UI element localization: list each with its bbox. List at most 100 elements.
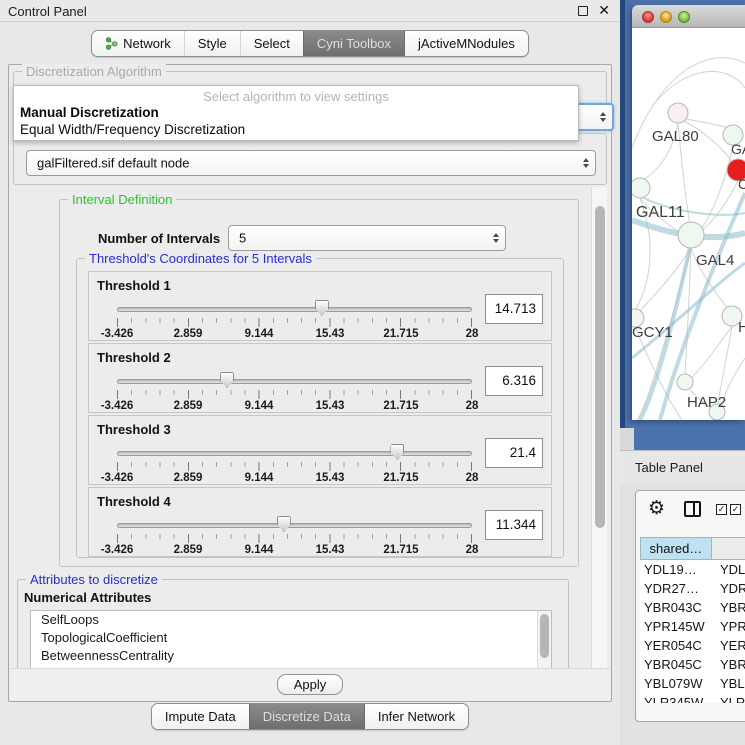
threshold-4-value-field[interactable]: 11.344: [485, 510, 543, 540]
minimize-traffic-light[interactable]: [660, 11, 672, 23]
table-panel-inner: ⚙ ✓ ✓ shared… n YDL19…YDL1YDR27…YDR2YBR0…: [635, 490, 745, 722]
slider-tick-labels: -3.4262.8599.14415.4321.71528: [117, 472, 472, 486]
node-label: GAL80: [652, 128, 699, 145]
table-data-value: galFiltered.sif default node: [37, 156, 189, 171]
cell-shared-name: YBL079W: [640, 674, 712, 693]
settings-vertical-scrollbar[interactable]: [591, 187, 607, 671]
table-rows: YDL19…YDL1YDR27…YDR2YBR043CYBR0YPR145WYP…: [640, 560, 745, 703]
threshold-1-value-field[interactable]: 14.713: [485, 294, 543, 324]
table-row[interactable]: YBR043CYBR0: [640, 598, 745, 617]
tab-style-label: Style: [198, 36, 227, 51]
algorithm-dropdown-popup: Select algorithm to view settings Manual…: [13, 85, 579, 141]
tab-network[interactable]: Network: [92, 31, 184, 56]
threshold-1-slider: -3.4262.8599.14415.4321.71528: [117, 300, 472, 340]
gear-icon[interactable]: ⚙: [648, 498, 665, 520]
discretization-algorithm-label: Discretization Algorithm: [22, 64, 166, 79]
number-of-intervals-combobox[interactable]: 5: [228, 225, 506, 251]
node-label: HAP2: [687, 394, 726, 411]
slider-track[interactable]: [117, 451, 472, 456]
split-pane-divider[interactable]: [620, 428, 634, 450]
table-row[interactable]: YER054CYER0: [640, 636, 745, 655]
threshold-3-slider: -3.4262.8599.14415.4321.71528: [117, 444, 472, 484]
column-header-shared[interactable]: shared…: [641, 538, 712, 559]
node-label: GAL11: [636, 204, 685, 221]
attributes-group-label: Attributes to discretize: [26, 572, 162, 587]
threshold-3-value-field[interactable]: 21.4: [485, 438, 543, 468]
slider-track[interactable]: [117, 379, 472, 384]
zoom-traffic-light[interactable]: [678, 11, 690, 23]
cell-shared-name: YDR27…: [640, 579, 712, 598]
network-canvas[interactable]: GAL80 GA C GAL11 GAL4 GCY1 H HAP2: [632, 28, 745, 420]
numerical-attributes-list: SelfLoopsTopologicalCoefficientBetweenne…: [30, 610, 552, 671]
slider-thumb[interactable]: [277, 516, 291, 532]
slider-thumb[interactable]: [220, 372, 234, 388]
close-traffic-light[interactable]: [642, 11, 654, 23]
number-of-intervals-label: Number of Intervals: [98, 231, 220, 246]
table-row[interactable]: YBR045CYBR0: [640, 655, 745, 674]
tick-label: 21.715: [383, 544, 418, 556]
algorithm-item-manual[interactable]: Manual Discretization: [14, 104, 578, 121]
attributes-scrollbar[interactable]: [537, 611, 551, 671]
tick-label: -3.426: [101, 544, 134, 556]
network-window-titlebar[interactable]: [632, 5, 745, 28]
threshold-2-value-field[interactable]: 6.316: [485, 366, 543, 396]
top-tab-group: Network Style Select Cyni Toolbox jActiv…: [91, 30, 529, 57]
tick-label: 15.43: [316, 328, 345, 340]
control-panel: Control Panel ✕ Network Style Select: [0, 0, 620, 745]
node-label: C: [738, 176, 745, 192]
threshold-2-slider: -3.4262.8599.14415.4321.71528: [117, 372, 472, 412]
node-gal4[interactable]: [678, 222, 704, 248]
threshold-4-slider: -3.4262.8599.14415.4321.71528: [117, 516, 472, 556]
tab-cyni-toolbox[interactable]: Cyni Toolbox: [303, 31, 404, 56]
thresholds-group: Threshold's Coordinates for 5 Intervals …: [76, 258, 564, 558]
table-row[interactable]: YLR345WYLR3: [640, 693, 745, 703]
node-label: GCY1: [632, 324, 673, 341]
apply-button[interactable]: Apply: [277, 674, 343, 695]
column-header-name[interactable]: n: [712, 538, 745, 559]
table-panel-body: ⚙ ✓ ✓ shared… n YDL19…YDL1YDR27…YDR2YBR0…: [620, 483, 745, 745]
node-gal11[interactable]: [632, 178, 650, 198]
tab-infer-network[interactable]: Infer Network: [364, 704, 468, 729]
tab-style[interactable]: Style: [184, 31, 240, 56]
table-row[interactable]: YPR145WYPR1: [640, 617, 745, 636]
node-table: shared… n YDL19…YDL1YDR27…YDR2YBR043CYBR…: [640, 537, 745, 703]
right-region: GAL80 GA C GAL11 GAL4 GCY1 H HAP2 Table …: [620, 0, 745, 745]
tab-impute-data[interactable]: Impute Data: [152, 704, 249, 729]
slider-thumb[interactable]: [390, 444, 404, 460]
threshold-1-label: Threshold 1: [97, 278, 171, 293]
tick-label: 9.144: [245, 400, 274, 412]
checkbox-icon[interactable]: ✓: [730, 504, 741, 515]
attribute-list-item[interactable]: TopologicalCoefficient: [31, 629, 551, 647]
attribute-list-item[interactable]: SelfLoops: [31, 611, 551, 629]
tick-label: 2.859: [174, 544, 203, 556]
cell-shared-name: YBR045C: [640, 655, 712, 674]
slider-tick-labels: -3.4262.8599.14415.4321.71528: [117, 544, 472, 558]
table-data-combobox[interactable]: galFiltered.sif default node: [26, 150, 596, 176]
scrollbar-thumb[interactable]: [595, 206, 605, 528]
tab-discretize-data[interactable]: Discretize Data: [249, 704, 364, 729]
tab-jactivemnodules[interactable]: jActiveMNodules: [404, 31, 528, 56]
table-row[interactable]: YDR27…YDR2: [640, 579, 745, 598]
threshold-4-row: Threshold 4 -3.4262.8599.14415.4321.7152…: [88, 487, 552, 557]
tab-select[interactable]: Select: [240, 31, 303, 56]
threshold-1-row: Threshold 1 -3.4262.8599.14415.4321.7152…: [88, 271, 552, 341]
table-header-row: shared… n: [640, 537, 745, 560]
table-row[interactable]: YBL079WYBL0: [640, 674, 745, 693]
table-row[interactable]: YDL19…YDL1: [640, 560, 745, 579]
checkbox-icon[interactable]: ✓: [716, 504, 727, 515]
slider-track[interactable]: [117, 307, 472, 312]
cell-name: YBR0: [712, 598, 745, 617]
slider-track[interactable]: [117, 523, 472, 528]
algorithm-item-equal-width[interactable]: Equal Width/Frequency Discretization: [14, 121, 578, 138]
interval-definition-group: Interval Definition Number of Intervals …: [59, 199, 579, 567]
combo-arrows-icon: [493, 233, 499, 243]
node-hap2[interactable]: [677, 374, 693, 390]
node-gal80[interactable]: [668, 103, 688, 123]
split-column-icon[interactable]: [684, 501, 701, 517]
algorithm-placeholder-item[interactable]: Select algorithm to view settings: [14, 86, 578, 104]
close-icon[interactable]: ✕: [598, 2, 610, 19]
float-icon[interactable]: [578, 6, 588, 16]
control-panel-title: Control Panel: [8, 4, 87, 19]
attribute-list-item[interactable]: BetweennessCentrality: [31, 647, 551, 665]
slider-thumb[interactable]: [315, 300, 329, 316]
